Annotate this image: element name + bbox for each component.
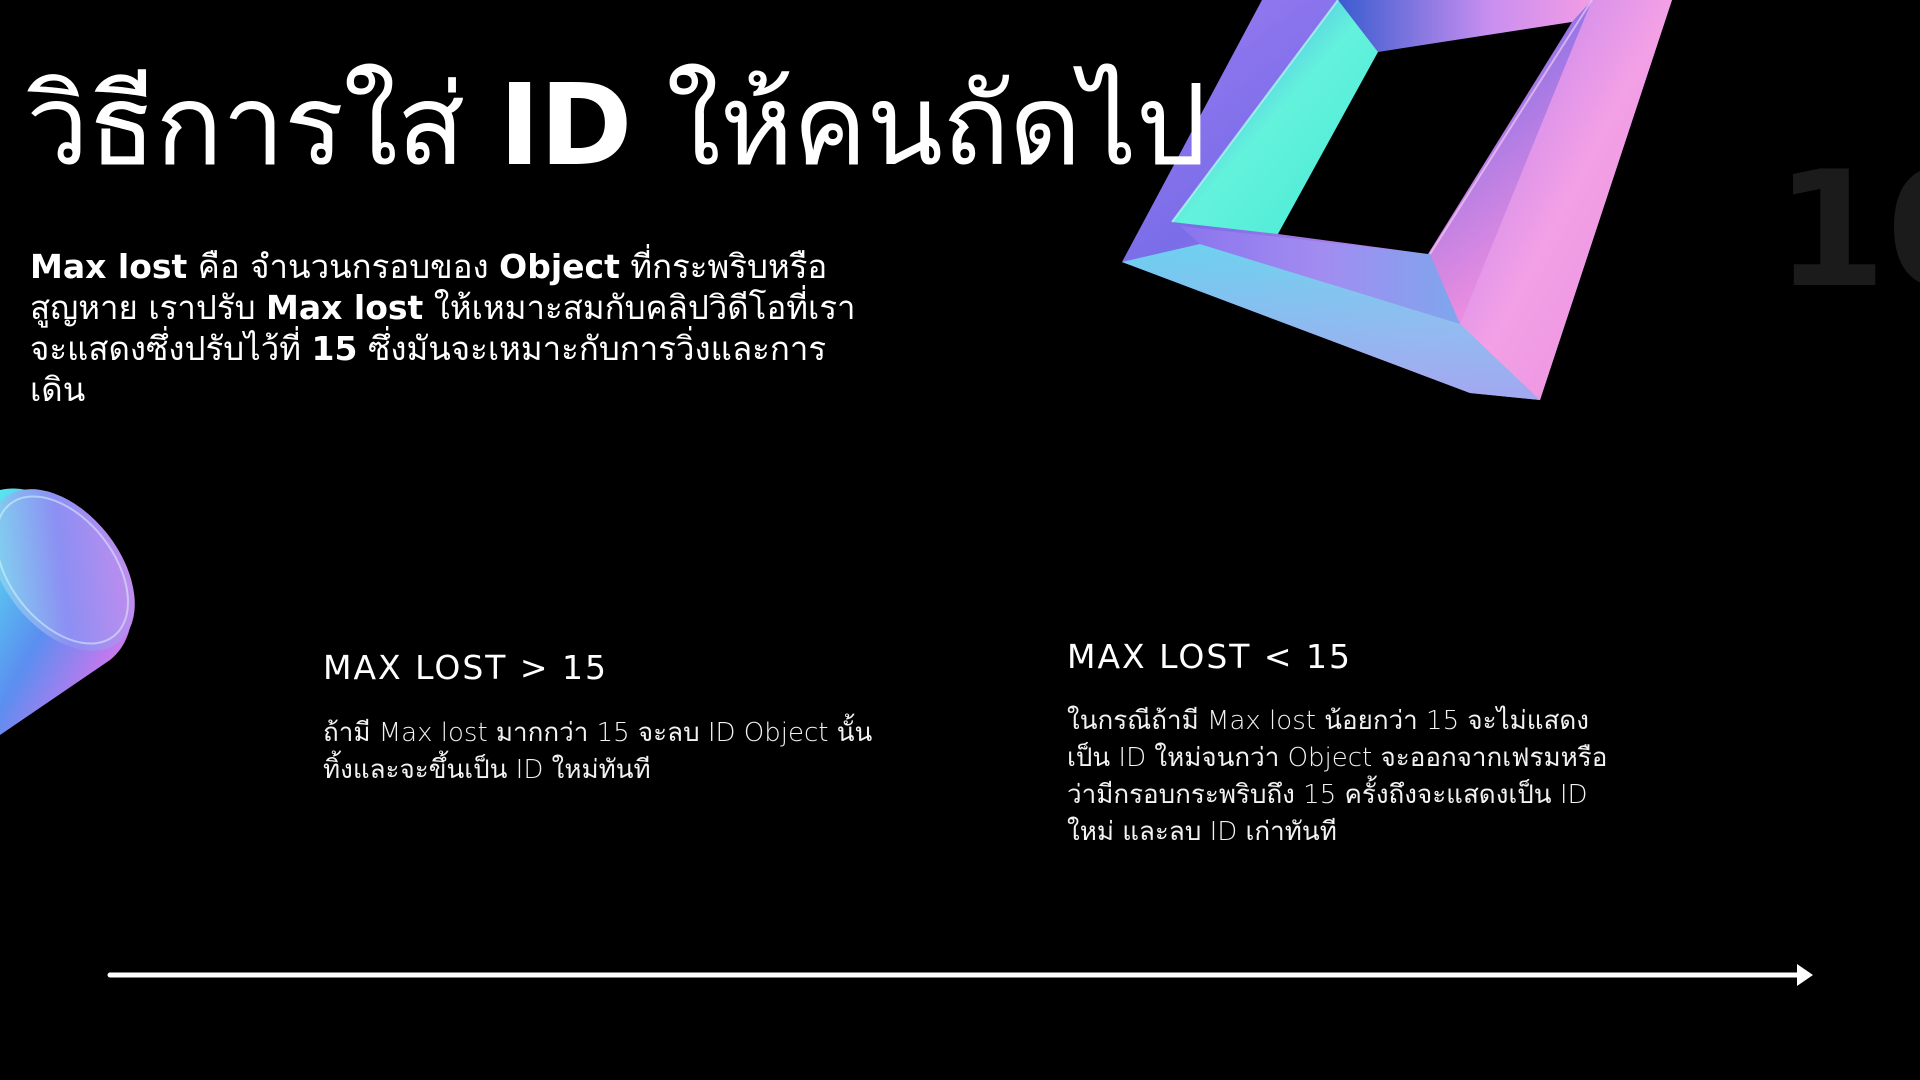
slide: 10 วิธีการใส่ ID ให้คนถัดไป Max lost คือ… — [0, 0, 1920, 1080]
timeline-arrow-icon — [107, 964, 1813, 986]
